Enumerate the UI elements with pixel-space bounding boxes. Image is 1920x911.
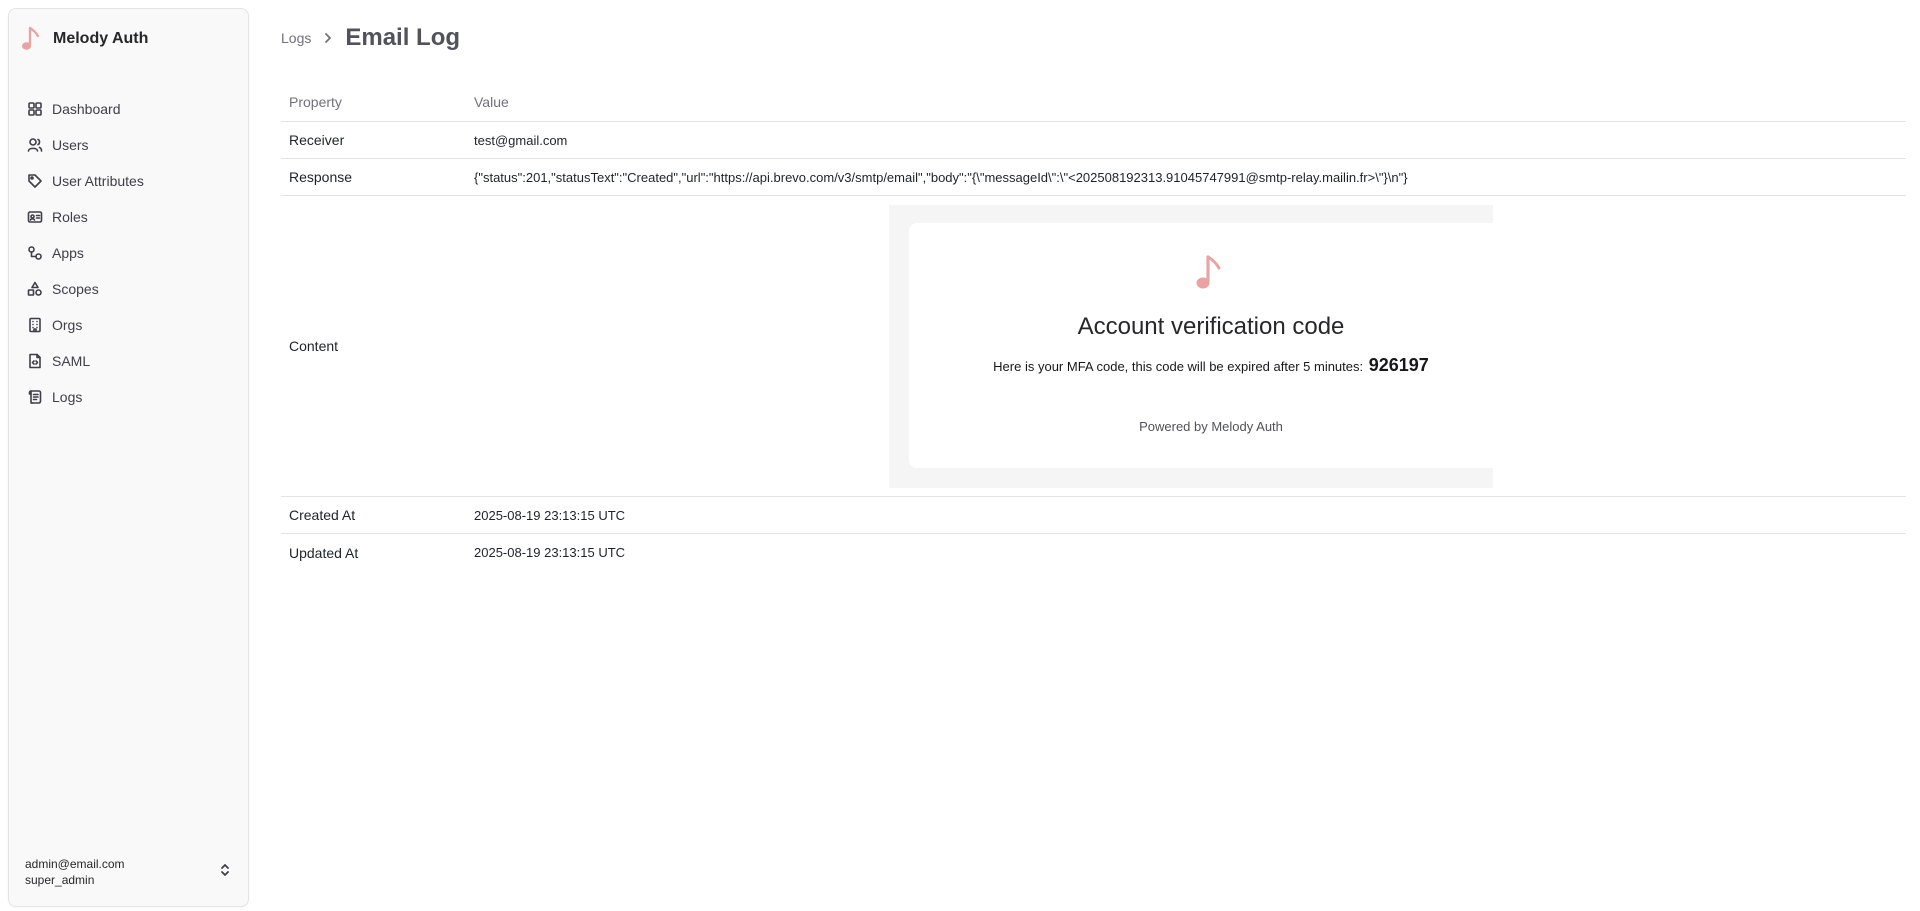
- sidebar-item-orgs[interactable]: Orgs: [17, 307, 242, 343]
- sidebar-item-scopes[interactable]: Scopes: [17, 271, 242, 307]
- created-at-value: 2025-08-19 23:13:15 UTC: [474, 507, 626, 523]
- sidebar: Melody Auth Dashboard Users User Attribu…: [8, 8, 249, 907]
- breadcrumb: Logs Email Log: [281, 20, 460, 56]
- email-powered-by: Powered by Melody Auth: [1139, 419, 1283, 434]
- music-note-logo-icon: [1196, 255, 1221, 289]
- file-code-icon: [29, 353, 41, 369]
- sidebar-item-roles[interactable]: Roles: [17, 199, 242, 235]
- page-title: Email Log: [345, 24, 461, 51]
- scroll-icon: [28, 390, 42, 404]
- sidebar-item-label: Users: [52, 137, 89, 153]
- sidebar-item-saml[interactable]: SAML: [17, 343, 242, 379]
- breadcrumb-logs-link[interactable]: Logs: [281, 30, 311, 46]
- email-message: Here is your MFA code, this code will be…: [909, 355, 1493, 376]
- sidebar-item-label: Orgs: [52, 317, 83, 333]
- sidebar-item-label: Dashboard: [52, 101, 121, 117]
- sidebar-item-apps[interactable]: Apps: [17, 235, 242, 271]
- sidebar-item-label: Apps: [52, 245, 84, 261]
- created-at-label: Created At: [289, 507, 356, 523]
- id-card-icon: [27, 211, 43, 223]
- mfa-code: 926197: [1368, 355, 1429, 375]
- content-label: Content: [289, 338, 339, 354]
- email-content-preview: Account verification code Here is your M…: [889, 205, 1493, 488]
- receiver-value: test@gmail.com: [474, 132, 568, 148]
- music-note-logo-icon: [22, 26, 40, 50]
- response-value: {"status":201,"statusText":"Created","ur…: [474, 169, 1408, 185]
- receiver-label: Receiver: [289, 132, 345, 148]
- sidebar-item-label: Roles: [52, 209, 88, 225]
- dashboard-icon: [28, 102, 42, 116]
- sidebar-item-label: Logs: [52, 389, 83, 405]
- sidebar-nav: Dashboard Users User Attributes Roles Ap…: [17, 91, 242, 415]
- table-row-updated-at: Updated At 2025-08-19 23:13:15 UTC: [281, 534, 1906, 571]
- shapes-icon: [27, 281, 42, 296]
- sidebar-item-user-attributes[interactable]: User Attributes: [17, 163, 242, 199]
- building-icon: [29, 317, 41, 333]
- tag-icon: [28, 174, 42, 188]
- user-info: admin@email.com super_admin: [25, 856, 125, 888]
- sidebar-item-users[interactable]: Users: [17, 127, 242, 163]
- email-title: Account verification code: [1077, 313, 1345, 340]
- user-role: super_admin: [25, 873, 95, 887]
- response-label: Response: [289, 169, 353, 185]
- sidebar-item-logs[interactable]: Logs: [17, 379, 242, 415]
- updated-at-value: 2025-08-19 23:13:15 UTC: [474, 545, 626, 560]
- table-row-response: Response {"status":201,"statusText":"Cre…: [281, 159, 1906, 196]
- sidebar-item-dashboard[interactable]: Dashboard: [17, 91, 242, 127]
- header-property: Property: [289, 93, 342, 110]
- chevron-right-icon: [321, 31, 335, 45]
- updated-at-label: Updated At: [289, 544, 359, 561]
- table-row-receiver: Receiver test@gmail.com: [281, 122, 1906, 159]
- sidebar-item-label: SAML: [52, 353, 91, 369]
- user-menu[interactable]: admin@email.com super_admin: [17, 854, 242, 890]
- sidebar-item-label: User Attributes: [52, 173, 144, 189]
- chevrons-up-down-icon[interactable]: [218, 863, 242, 882]
- email-card: Account verification code Here is your M…: [909, 223, 1493, 468]
- table-row-created-at: Created At 2025-08-19 23:13:15 UTC: [281, 497, 1906, 534]
- header-value: Value: [474, 93, 509, 110]
- brand-name: Melody Auth: [53, 30, 149, 47]
- sidebar-item-label: Scopes: [52, 281, 99, 297]
- table-header-row: Property Value: [281, 82, 1906, 122]
- brand[interactable]: Melody Auth: [21, 25, 148, 53]
- users-icon: [27, 138, 43, 152]
- email-message-text: Here is your MFA code, this code will be…: [993, 359, 1364, 374]
- apps-icon: [28, 246, 42, 260]
- user-email: admin@email.com: [25, 857, 125, 871]
